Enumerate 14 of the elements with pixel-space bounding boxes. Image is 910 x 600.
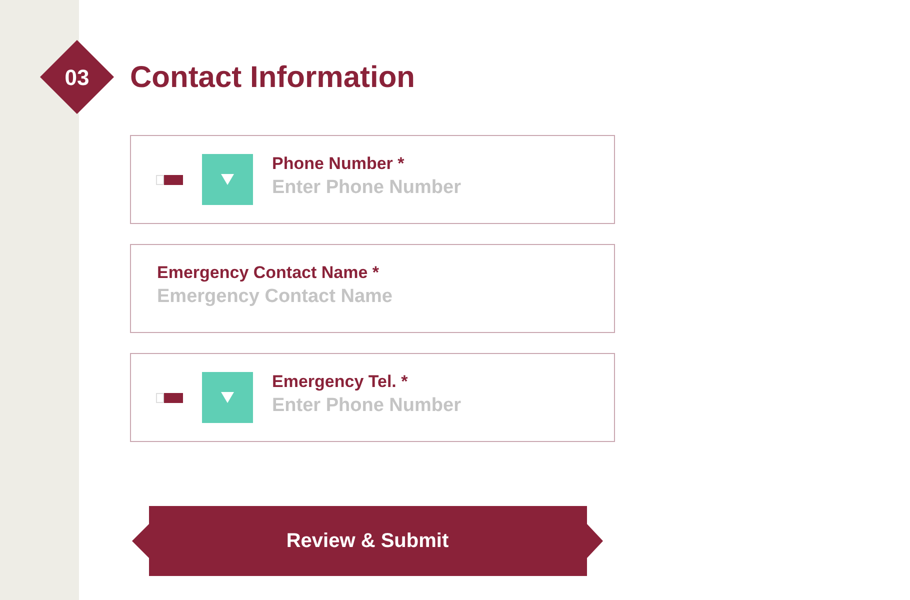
field-label: Emergency Contact Name * (157, 262, 380, 284)
input-field[interactable]: Enter Phone Number (272, 174, 592, 200)
country-dropdown[interactable] (202, 372, 253, 423)
input-field[interactable]: Enter Phone Number (272, 392, 592, 418)
flag-icon (156, 392, 183, 402)
field-label: Phone Number * (272, 152, 406, 174)
caret-icon (221, 392, 234, 403)
submit-button[interactable]: Review & Submit (132, 506, 603, 576)
field-label: Emergency Tel. * (272, 370, 409, 392)
input-field[interactable]: Emergency Contact Name (157, 284, 477, 310)
section-title: Contact Information (130, 60, 415, 96)
caret-icon (221, 174, 234, 185)
country-dropdown[interactable] (202, 154, 253, 205)
flag-icon (156, 174, 183, 184)
